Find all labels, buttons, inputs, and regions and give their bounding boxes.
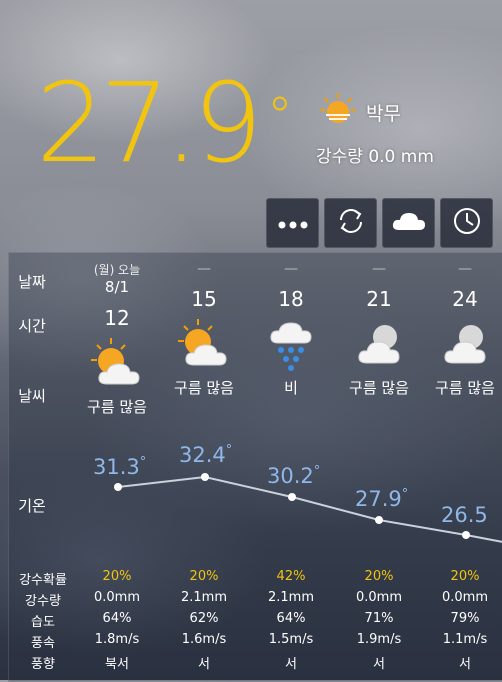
temperature-point — [462, 531, 470, 539]
precip-label: 강수량 — [25, 594, 61, 609]
cloud-icon — [391, 210, 427, 236]
precip-prob-value: 42% — [276, 569, 306, 584]
humidity-label: 습도 — [31, 615, 55, 630]
wind-speed-value: 1.9m/s — [356, 632, 402, 647]
current-temperature: 27.9 ° — [36, 68, 293, 178]
precip-value: 0.0mm — [441, 590, 488, 605]
wind-speed-label: 풍속 — [31, 636, 55, 651]
wind-speed-value: 1.5m/s — [268, 632, 314, 647]
wind-dir-value: 서 — [373, 657, 385, 672]
wind-dir-value: 서 — [198, 657, 210, 672]
current-condition-label: 박무 — [366, 102, 401, 125]
temperature-value: 30.2° — [267, 464, 321, 488]
more-button[interactable] — [266, 198, 319, 248]
clock-button[interactable] — [440, 198, 493, 248]
wind-dir-value: 서 — [459, 657, 471, 672]
precip-value: 0.0mm — [93, 590, 140, 605]
wind-dir-label: 풍향 — [31, 657, 55, 672]
degree-symbol: ° — [266, 87, 293, 147]
temperature-value: 26.5 — [441, 503, 488, 527]
humidity-value: 64% — [102, 611, 132, 626]
wind-speed-value: 1.1m/s — [442, 632, 488, 647]
wind-dir-value: 북서 — [105, 657, 129, 672]
wind-speed-value: 1.6m/s — [181, 632, 227, 647]
cloud-button[interactable] — [382, 198, 435, 248]
temperature-value: 27.9° — [355, 487, 409, 511]
sun-haze-icon — [318, 92, 358, 132]
precip-prob-value: 20% — [102, 569, 132, 584]
temperature-value: 31.3° — [93, 455, 147, 479]
precip-prob-value: 20% — [189, 569, 219, 584]
humidity-value: 71% — [364, 611, 394, 626]
temperature-value: 32.4° — [179, 443, 233, 467]
refresh-icon — [335, 206, 367, 240]
forecast-panel: 날짜 시간 날씨 기온 (월) 오늘 8/1 12 구름 많음 — 15 구름 … — [8, 252, 502, 682]
wind-speed-value: 1.8m/s — [94, 632, 140, 647]
temperature-point — [288, 493, 296, 501]
precip-prob-label: 강수확률 — [19, 573, 67, 588]
current-condition: 박무 — [318, 92, 401, 132]
humidity-value: 64% — [276, 611, 306, 626]
wind-dir-value: 서 — [285, 657, 297, 672]
temperature-point — [114, 483, 122, 491]
clock-icon — [452, 206, 482, 240]
current-temperature-value: 27.9 — [36, 59, 263, 187]
precip-prob-value: 20% — [450, 569, 480, 584]
precip-value: 2.1mm — [180, 590, 227, 605]
precip-value: 0.0mm — [355, 590, 402, 605]
temperature-point — [201, 473, 209, 481]
precip-prob-value: 20% — [364, 569, 394, 584]
humidity-value: 79% — [450, 611, 480, 626]
current-rainfall: 강수량 0.0 mm — [316, 147, 434, 167]
more-icon — [278, 214, 308, 233]
refresh-button[interactable] — [324, 198, 377, 248]
precip-value: 2.1mm — [267, 590, 314, 605]
toolbar — [266, 198, 493, 248]
humidity-value: 62% — [189, 611, 219, 626]
temperature-point — [375, 516, 383, 524]
